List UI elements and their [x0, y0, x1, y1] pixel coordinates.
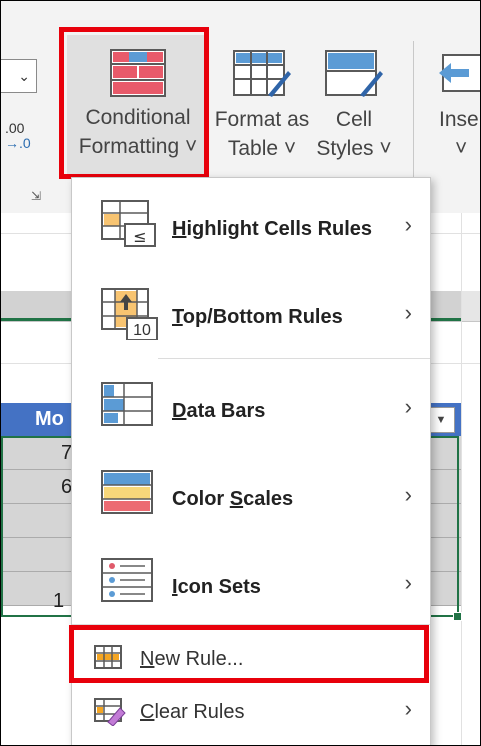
group-separator: [413, 41, 414, 181]
decimal-label: .00: [5, 120, 25, 136]
insert-cells-icon: [439, 54, 480, 92]
top-bottom-rules-icon: 10: [101, 288, 158, 340]
data-bars-icon: [101, 382, 153, 426]
decimal-arrow-label: →.0: [5, 135, 31, 151]
cell-styles-label-2: Styles ˅: [316, 137, 392, 160]
fill-handle[interactable]: [453, 612, 462, 621]
menu-item-label: Data Bars: [172, 400, 266, 422]
chevron-right-icon: ›: [404, 696, 412, 721]
new-rule-highlight: [69, 625, 429, 683]
screenshot-frame: ⌄ .00 →.0 ⇲ Conditional Formatting ˅ For…: [0, 0, 481, 746]
menu-item-label: Clear Rules: [140, 701, 245, 723]
top-bottom-icon-number: 10: [133, 322, 151, 339]
menu-item-label: Highlight Cells Rules: [172, 218, 373, 240]
insert-label-2: ˅: [455, 137, 468, 160]
chevron-right-icon: ›: [404, 300, 412, 325]
menu-item-label: Top/Bottom Rules: [172, 306, 343, 328]
chevron-right-icon: ›: [404, 394, 412, 419]
menu-item-label: Icon Sets: [172, 576, 261, 598]
cell-styles-icon: [325, 50, 383, 97]
format-as-table-label-1: Format as: [214, 108, 310, 131]
menu-item-data-bars[interactable]: Data Bars ›: [72, 380, 430, 436]
cell-styles-label-1: Cell: [335, 108, 373, 131]
highlight-cells-rules-icon: ≤: [101, 200, 156, 247]
insert-label-1: Inse: [439, 108, 479, 131]
menu-item-color-scales[interactable]: Color Scales ›: [72, 468, 430, 524]
filter-dropdown-button[interactable]: ▼: [427, 407, 455, 433]
gridline: [461, 213, 462, 745]
decrease-decimal-button[interactable]: .00 →.0: [5, 121, 31, 151]
menu-item-icon-sets[interactable]: Icon Sets ›: [72, 556, 430, 612]
menu-separator: [158, 358, 430, 359]
svg-text:≤: ≤: [133, 227, 146, 246]
color-scales-icon: [101, 470, 153, 514]
clear-rules-icon: [94, 698, 126, 726]
menu-item-highlight-cells-rules[interactable]: ≤ Highlight Cells Rules ›: [72, 198, 430, 258]
dialog-launcher-icon[interactable]: ⇲: [31, 189, 41, 203]
chevron-down-icon[interactable]: ⌄: [18, 68, 30, 85]
chevron-right-icon: ›: [404, 482, 412, 507]
conditional-formatting-highlight: [59, 27, 209, 179]
insert-button[interactable]: Inse ˅: [433, 49, 480, 163]
format-as-table-icon: [233, 50, 291, 97]
menu-item-label: Color Scales: [172, 488, 294, 510]
number-format-combo[interactable]: ⌄: [1, 59, 37, 93]
chevron-right-icon: ›: [404, 212, 412, 237]
format-as-table-label-2: Table ˅: [227, 137, 297, 160]
menu-item-top-bottom-rules[interactable]: 10 Top/Bottom Rules ›: [72, 286, 430, 346]
format-as-table-button[interactable]: Format as Table ˅: [209, 49, 315, 163]
cell-styles-button[interactable]: Cell Styles ˅: [315, 49, 393, 163]
icon-sets-icon: [101, 558, 153, 602]
table-header-cell[interactable]: Mo: [35, 408, 64, 431]
menu-item-clear-rules[interactable]: Clear Rules ›: [72, 688, 430, 736]
chevron-right-icon: ›: [404, 570, 412, 595]
